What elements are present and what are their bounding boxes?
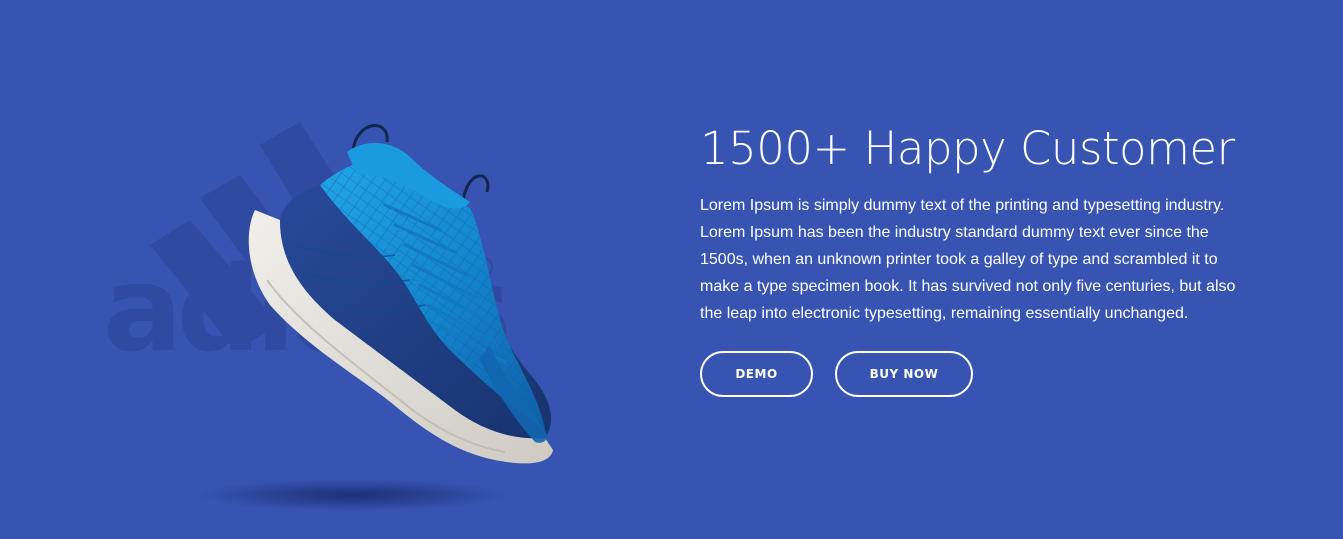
product-visual-svg: adidas [103,122,553,511]
hero-section: adidas [0,0,1343,539]
hero-actions: DEMO BUY NOW [700,351,1260,397]
demo-button[interactable]: DEMO [700,351,813,397]
hero-description: Lorem Ipsum is simply dummy text of the … [700,197,1236,322]
shoe-shadow [198,479,508,511]
headline: 1500+ Happy Customer [700,122,1235,175]
hero-content: 1500+ Happy Customer Lorem Ipsum is simp… [700,118,1260,397]
buy-now-button[interactable]: BUY NOW [835,351,973,397]
product-visual: adidas [95,80,615,520]
